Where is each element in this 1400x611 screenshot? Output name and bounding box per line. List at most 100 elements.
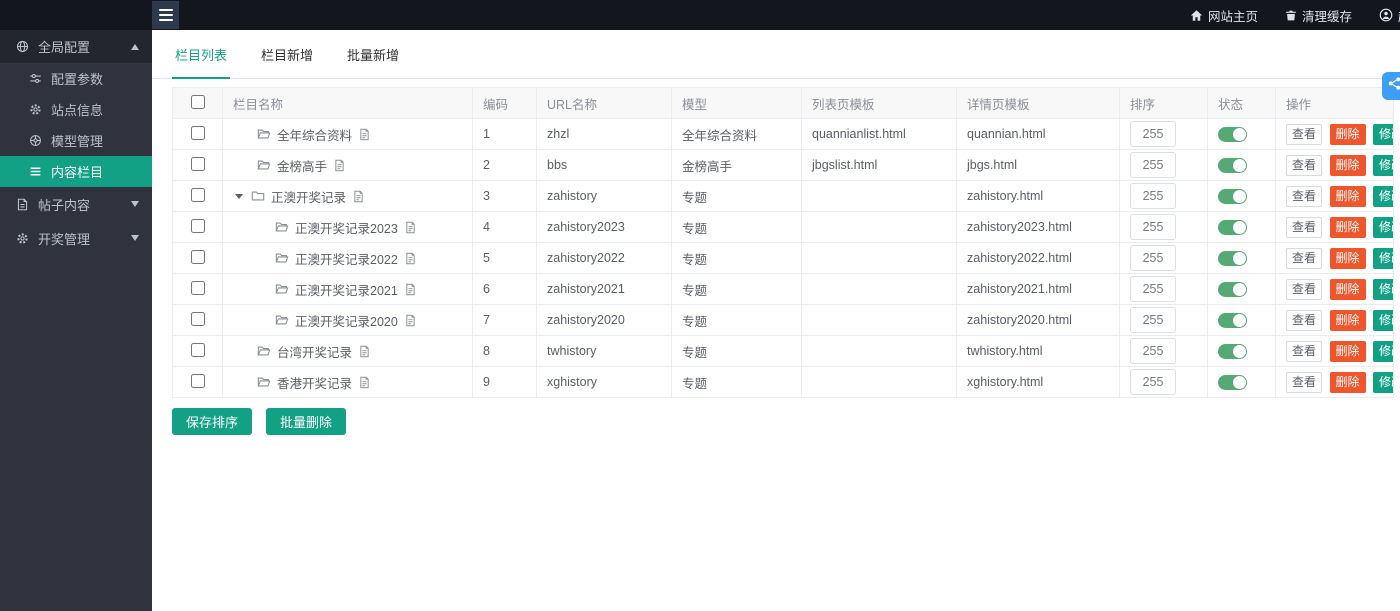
view-button[interactable]: 查看 bbox=[1286, 372, 1322, 393]
sort-input[interactable] bbox=[1130, 338, 1176, 364]
delete-button[interactable]: 删除 bbox=[1330, 310, 1366, 331]
view-button[interactable]: 查看 bbox=[1286, 310, 1322, 331]
clear-cache-link[interactable]: 清理缓存 bbox=[1285, 6, 1352, 25]
row-detail-template: xghistory.html bbox=[957, 367, 1120, 398]
table-row: 香港开奖记录 9 xghistory 专题 xghistory.html 查看 … bbox=[173, 367, 1394, 398]
tab-batch-add[interactable]: 批量新增 bbox=[344, 45, 402, 78]
sort-input[interactable] bbox=[1130, 183, 1176, 209]
sidebar-group-global-config[interactable]: 全局配置 bbox=[0, 30, 152, 63]
tab-column-list[interactable]: 栏目列表 bbox=[172, 45, 230, 79]
table-row: 台湾开奖记录 8 twhistory 专题 twhistory.html 查看 … bbox=[173, 336, 1394, 367]
row-checkbox[interactable] bbox=[191, 343, 205, 357]
site-home-link[interactable]: 网站主页 bbox=[1190, 6, 1258, 25]
sidebar-item-label: 配置参数 bbox=[51, 69, 103, 88]
sort-input[interactable] bbox=[1130, 152, 1176, 178]
sidebar-toggle-button[interactable] bbox=[152, 1, 179, 29]
delete-button[interactable]: 删除 bbox=[1330, 124, 1366, 145]
home-icon bbox=[1190, 9, 1203, 22]
col-header-name: 栏目名称 bbox=[223, 88, 473, 119]
tab-column-add[interactable]: 栏目新增 bbox=[258, 45, 316, 78]
select-all-checkbox[interactable] bbox=[191, 95, 205, 109]
delete-button[interactable]: 删除 bbox=[1330, 186, 1366, 207]
row-list-template: quannianlist.html bbox=[802, 119, 957, 150]
status-toggle[interactable] bbox=[1218, 251, 1247, 266]
view-button[interactable]: 查看 bbox=[1286, 155, 1322, 176]
trash-icon bbox=[1285, 9, 1297, 22]
chevron-down-icon bbox=[131, 201, 139, 207]
sort-input[interactable] bbox=[1130, 121, 1176, 147]
batch-delete-button[interactable]: 批量删除 bbox=[266, 408, 346, 435]
delete-button[interactable]: 删除 bbox=[1330, 279, 1366, 300]
caret-down-icon[interactable] bbox=[235, 194, 243, 199]
edit-button[interactable]: 修改 bbox=[1373, 124, 1394, 145]
table-row: 正澳开奖记录2020 7 zahistory2020 专题 zahistory2… bbox=[173, 305, 1394, 336]
name-cell: 正澳开奖记录2020 bbox=[233, 311, 462, 330]
edit-button[interactable]: 修改 bbox=[1373, 372, 1394, 393]
admin-user-menu[interactable]: 超级管理员 bbox=[1379, 6, 1400, 25]
sidebar-item-post-content[interactable]: 帖子内容 bbox=[0, 187, 152, 221]
row-list-template bbox=[802, 274, 957, 305]
row-detail-template: twhistory.html bbox=[957, 336, 1120, 367]
edit-button[interactable]: 修改 bbox=[1373, 279, 1394, 300]
delete-button[interactable]: 删除 bbox=[1330, 217, 1366, 238]
status-toggle[interactable] bbox=[1218, 220, 1247, 235]
row-checkbox[interactable] bbox=[191, 188, 205, 202]
sidebar-item-config-params[interactable]: 配置参数 bbox=[0, 63, 152, 94]
quick-share-button[interactable] bbox=[1382, 72, 1400, 100]
sort-input[interactable] bbox=[1130, 307, 1176, 333]
delete-button[interactable]: 删除 bbox=[1330, 341, 1366, 362]
status-toggle[interactable] bbox=[1218, 313, 1247, 328]
status-toggle[interactable] bbox=[1218, 375, 1247, 390]
status-toggle[interactable] bbox=[1218, 282, 1247, 297]
status-toggle[interactable] bbox=[1218, 344, 1247, 359]
sort-input[interactable] bbox=[1130, 214, 1176, 240]
row-checkbox[interactable] bbox=[191, 312, 205, 326]
delete-button[interactable]: 删除 bbox=[1330, 155, 1366, 176]
row-url: zahistory2020 bbox=[537, 305, 672, 336]
edit-button[interactable]: 修改 bbox=[1373, 217, 1394, 238]
status-toggle[interactable] bbox=[1218, 158, 1247, 173]
sidebar-item-label: 站点信息 bbox=[51, 100, 103, 119]
view-button[interactable]: 查看 bbox=[1286, 217, 1322, 238]
sidebar-item-lottery-management[interactable]: 开奖管理 bbox=[0, 221, 152, 255]
row-checkbox[interactable] bbox=[191, 250, 205, 264]
status-toggle[interactable] bbox=[1218, 189, 1247, 204]
edit-button[interactable]: 修改 bbox=[1373, 341, 1394, 362]
col-header-status: 状态 bbox=[1208, 88, 1276, 119]
delete-button[interactable]: 删除 bbox=[1330, 248, 1366, 269]
row-list-template bbox=[802, 305, 957, 336]
sort-input[interactable] bbox=[1130, 245, 1176, 271]
row-model: 专题 bbox=[672, 212, 802, 243]
row-id: 3 bbox=[473, 181, 537, 212]
sidebar: 全局配置 配置参数 站点信息 模型管理 bbox=[0, 30, 152, 611]
row-checkbox[interactable] bbox=[191, 374, 205, 388]
sidebar-item-model-management[interactable]: 模型管理 bbox=[0, 125, 152, 156]
save-sort-button[interactable]: 保存排序 bbox=[172, 408, 252, 435]
edit-button[interactable]: 修改 bbox=[1373, 248, 1394, 269]
sidebar-item-site-info[interactable]: 站点信息 bbox=[0, 94, 152, 125]
row-model: 专题 bbox=[672, 367, 802, 398]
edit-button[interactable]: 修改 bbox=[1373, 310, 1394, 331]
sort-input[interactable] bbox=[1130, 276, 1176, 302]
row-checkbox[interactable] bbox=[191, 219, 205, 233]
row-id: 8 bbox=[473, 336, 537, 367]
sidebar-item-label: 模型管理 bbox=[51, 131, 103, 150]
row-id: 9 bbox=[473, 367, 537, 398]
view-button[interactable]: 查看 bbox=[1286, 341, 1322, 362]
delete-button[interactable]: 删除 bbox=[1330, 372, 1366, 393]
view-button[interactable]: 查看 bbox=[1286, 124, 1322, 145]
row-checkbox[interactable] bbox=[191, 281, 205, 295]
row-checkbox[interactable] bbox=[191, 126, 205, 140]
col-header-list-template: 列表页模板 bbox=[802, 88, 957, 119]
view-button[interactable]: 查看 bbox=[1286, 186, 1322, 207]
edit-button[interactable]: 修改 bbox=[1373, 155, 1394, 176]
sidebar-item-content-columns[interactable]: 内容栏目 bbox=[0, 156, 152, 187]
chevron-down-icon bbox=[131, 235, 139, 241]
status-toggle[interactable] bbox=[1218, 127, 1247, 142]
edit-button[interactable]: 修改 bbox=[1373, 186, 1394, 207]
sort-input[interactable] bbox=[1130, 369, 1176, 395]
document-icon bbox=[333, 159, 346, 172]
view-button[interactable]: 查看 bbox=[1286, 248, 1322, 269]
view-button[interactable]: 查看 bbox=[1286, 279, 1322, 300]
row-checkbox[interactable] bbox=[191, 157, 205, 171]
